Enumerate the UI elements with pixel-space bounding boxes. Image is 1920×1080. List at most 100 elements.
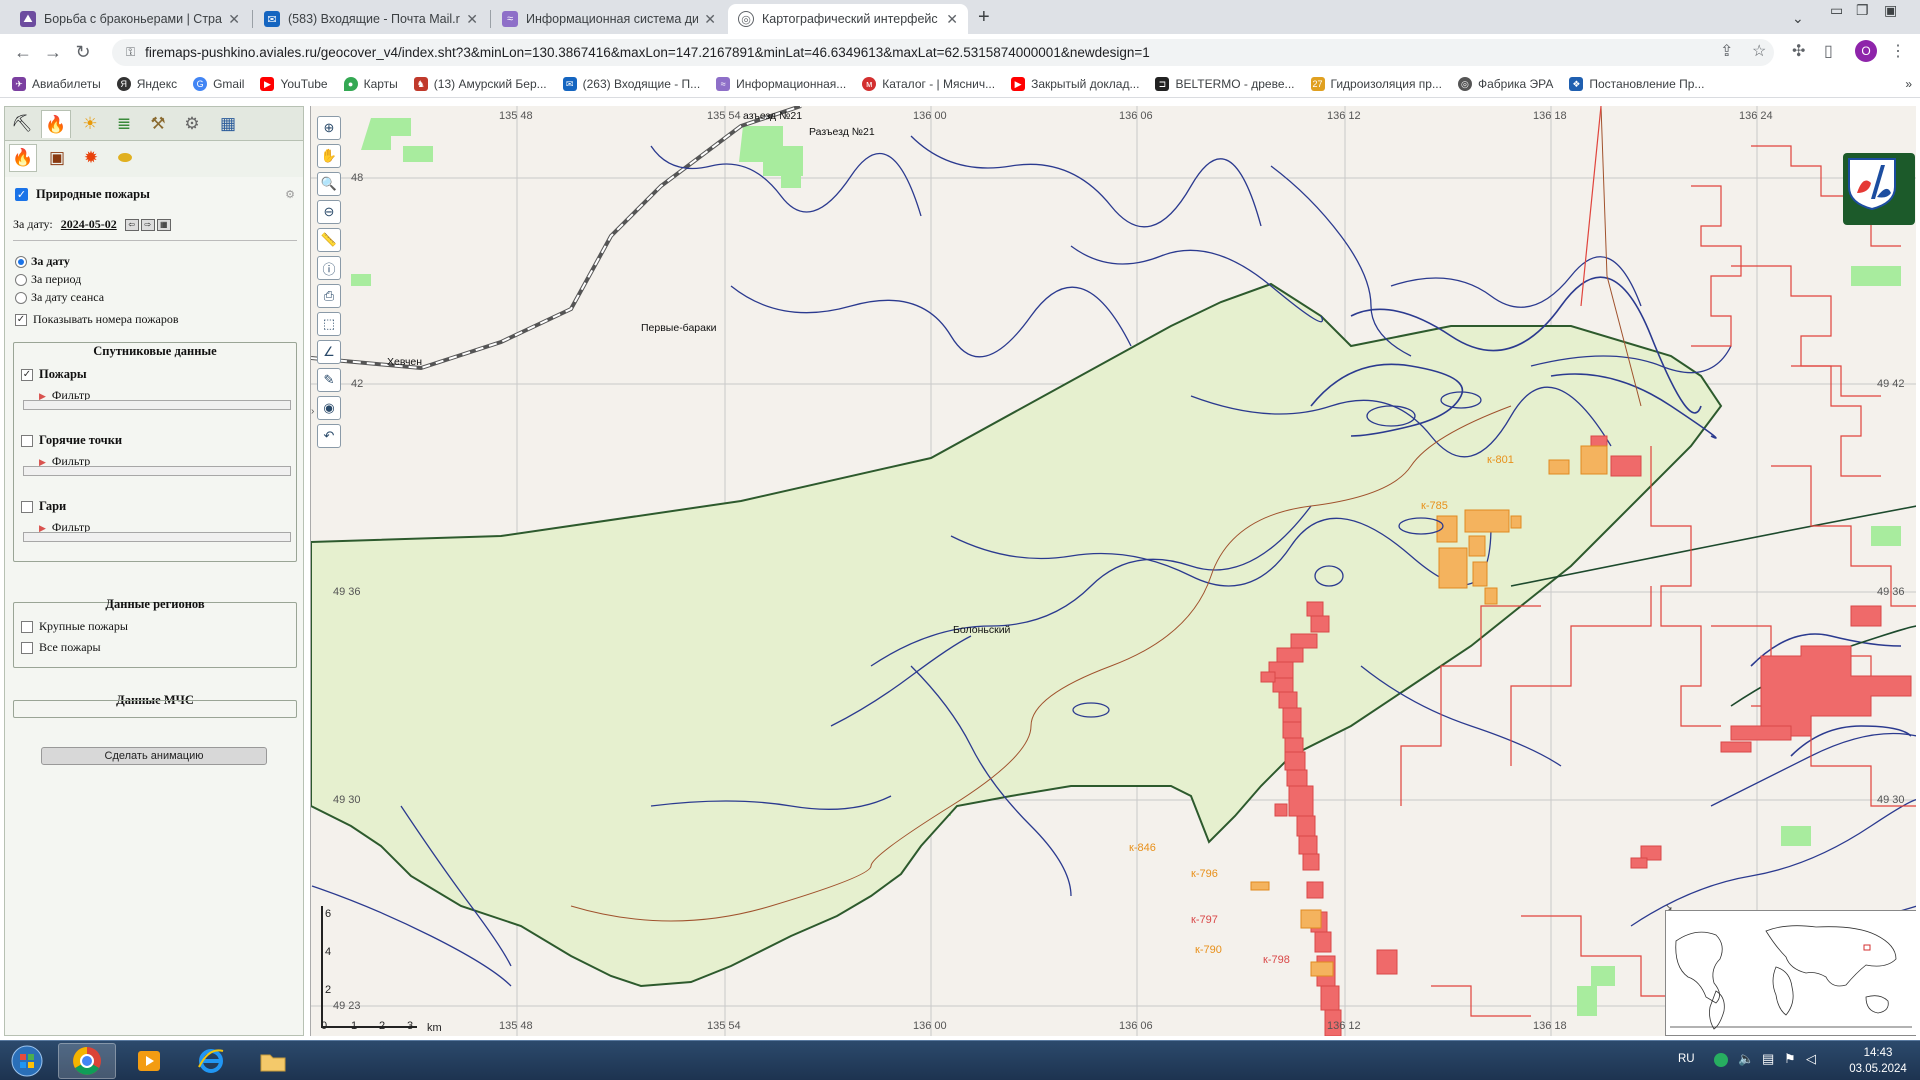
system-clock[interactable]: 14:43 03.05.2024	[1840, 1045, 1916, 1077]
next-date-icon[interactable]: ⇨	[140, 218, 155, 231]
taskbar-media-player[interactable]	[120, 1043, 178, 1079]
bookmark-item[interactable]: ✉ (263) Входящие - П...	[562, 76, 700, 91]
collapse-minimap-icon[interactable]: ↘	[1665, 902, 1673, 913]
add-point-tool[interactable]: ✎	[317, 368, 341, 392]
make-animation-button[interactable]: Сделать анимацию	[41, 747, 267, 765]
tab-info-system[interactable]: ≈ Информационная система дист ✕	[492, 4, 726, 34]
forward-button[interactable]: →	[38, 42, 68, 63]
table-tab-icon[interactable]: ▦	[213, 110, 243, 138]
fire-subtab-icon[interactable]: 🔥	[9, 144, 37, 172]
restore-button[interactable]: ❐	[1856, 2, 1869, 19]
site-info-icon[interactable]: ⚿	[126, 45, 135, 60]
fire-label[interactable]: к-790	[1195, 944, 1222, 956]
weather-tab-icon[interactable]: ☀	[75, 110, 105, 138]
burns-checkbox[interactable]	[21, 500, 33, 513]
large-fires-row[interactable]: Крупные пожары	[21, 619, 128, 634]
bookmark-item[interactable]: ▶ Закрытый доклад...	[1011, 76, 1139, 91]
volume-tray-icon[interactable]: 🔈	[1738, 1051, 1754, 1067]
calendar-icon[interactable]: ▦	[156, 218, 171, 231]
bookmark-item[interactable]: ◎ Фабрика ЭРА	[1457, 76, 1553, 91]
reload-button[interactable]: ↻	[68, 42, 98, 63]
radio-by-period[interactable]: За период	[15, 272, 81, 287]
tools-tab-icon[interactable]: ⚒	[143, 110, 173, 138]
bookmark-item[interactable]: ▶ YouTube	[260, 76, 328, 91]
map-canvas[interactable]: ⊕ ✋ 🔍 ⊖ 📏 ⓘ ⎙ ⬚ ∠ ✎ ◉ ↶ › 135 48 135 54 …	[310, 106, 1916, 1036]
bookmark-item[interactable]: ● Карты	[343, 76, 398, 91]
overview-minimap[interactable]	[1665, 910, 1916, 1036]
bookmark-item[interactable]: G Gmail	[193, 76, 244, 91]
radio-by-date[interactable]: За дату	[15, 254, 70, 269]
hotspots-row[interactable]: Горячие точки	[21, 433, 122, 448]
radio-by-session[interactable]: За дату сеанса	[15, 290, 104, 305]
close-tab-icon[interactable]: ✕	[228, 11, 240, 28]
fires-row[interactable]: ✓ Пожары	[21, 367, 87, 382]
extensions-icon[interactable]: ✣	[1792, 41, 1805, 61]
address-bar[interactable]: ⚿ firemaps-pushkino.aviales.ru/geocover_…	[112, 39, 1774, 66]
taskbar-internet-explorer[interactable]	[182, 1043, 240, 1079]
settings-tab-icon[interactable]: ⚙	[177, 110, 207, 138]
tab-poachers[interactable]: ⛰ Борьба с браконьерами | Стран ✕	[10, 4, 250, 34]
ruler-tool-icon[interactable]: 📏	[317, 228, 341, 252]
close-tab-icon[interactable]: ✕	[466, 11, 478, 28]
panel-toggle-icon[interactable]: ›	[311, 406, 314, 417]
taskbar-explorer[interactable]	[244, 1043, 302, 1079]
zoom-in-tool[interactable]: 🔍	[317, 172, 341, 196]
flag-tray-icon[interactable]: ⚑	[1784, 1051, 1796, 1067]
measure-angle-tool[interactable]: ∠	[317, 340, 341, 364]
share-icon[interactable]: ⇪	[1720, 41, 1733, 61]
fire-label[interactable]: к-785	[1421, 500, 1448, 512]
close-tab-icon[interactable]: ✕	[704, 11, 716, 28]
close-tab-icon[interactable]: ✕	[946, 11, 958, 28]
new-tab-button[interactable]: +	[978, 6, 990, 29]
hotspots-checkbox[interactable]	[21, 434, 33, 447]
prev-date-icon[interactable]: ⇦	[124, 218, 139, 231]
tab-cartographic[interactable]: ◎ Картографический интерфейс И ✕	[728, 4, 968, 34]
bookmark-item[interactable]: Я Яндекс	[116, 76, 177, 91]
factory-subtab-icon[interactable]: ▣	[43, 144, 71, 172]
fires-checkbox[interactable]: ✓	[21, 368, 33, 381]
side-panel-icon[interactable]: ▯	[1824, 41, 1833, 61]
identify-tool-icon[interactable]: ⓘ	[317, 256, 341, 280]
bookmark-item[interactable]: 27 Гидроизоляция пр...	[1310, 76, 1442, 91]
bookmark-item[interactable]: ♞ (13) Амурский Бер...	[413, 76, 547, 91]
select-area-tool[interactable]: ⬚	[317, 312, 341, 336]
print-tool-icon[interactable]: ⎙	[317, 284, 341, 308]
undo-tool-icon[interactable]: ↶	[317, 424, 341, 448]
pan-tool-icon[interactable]: ✋	[317, 144, 341, 168]
tab-mail[interactable]: ✉ (583) Входящие - Почта Mail.ru ✕	[254, 4, 488, 34]
more-bookmarks-icon[interactable]: »	[1905, 77, 1912, 91]
menu-icon[interactable]: ⋮	[1890, 41, 1906, 61]
natural-fires-checkbox[interactable]: ✓	[15, 188, 28, 201]
taskbar-chrome[interactable]	[58, 1043, 116, 1079]
network-tray-icon[interactable]: ▤	[1762, 1051, 1774, 1067]
kaspersky-tray-icon[interactable]	[1714, 1053, 1728, 1067]
fire-label[interactable]: к-796	[1191, 868, 1218, 880]
all-fires-checkbox[interactable]	[21, 641, 33, 654]
fire-label[interactable]: к-846	[1129, 842, 1156, 854]
all-fires-row[interactable]: Все пожары	[21, 640, 101, 655]
tab-search-icon[interactable]: ⌄	[1792, 10, 1804, 27]
show-numbers-row[interactable]: ✓ Показывать номера пожаров	[15, 312, 179, 327]
burns-row[interactable]: Гари	[21, 499, 66, 514]
fire-label[interactable]: к-797	[1191, 914, 1218, 926]
zoom-extent-tool[interactable]: ⊕	[317, 116, 341, 140]
minimize-button[interactable]: ▭	[1830, 2, 1843, 19]
back-button[interactable]: ←	[8, 42, 38, 63]
bookmark-item[interactable]: ❖ Постановление Пр...	[1569, 76, 1704, 91]
globe-tool-icon[interactable]: ◉	[317, 396, 341, 420]
bookmark-item[interactable]: м Каталог - | Мяснич...	[862, 76, 995, 91]
close-window-button[interactable]: ▣	[1884, 2, 1897, 19]
settings-icon[interactable]: ⚙	[285, 188, 295, 201]
fire-tab-icon[interactable]: 🔥	[41, 110, 71, 138]
profile-avatar[interactable]: O	[1855, 40, 1877, 62]
bookmark-item[interactable]: ✈ Авиабилеты	[12, 76, 101, 91]
language-indicator[interactable]: RU	[1678, 1053, 1695, 1065]
layers-tab-icon[interactable]: ≣	[109, 110, 139, 138]
show-numbers-checkbox[interactable]: ✓	[15, 313, 27, 326]
burst-subtab-icon[interactable]: ✹	[77, 144, 105, 172]
map-layers-tab-icon[interactable]: ⛏	[7, 110, 37, 138]
fire-label[interactable]: к-801	[1487, 454, 1514, 466]
bookmark-item[interactable]: ≈ Информационная...	[716, 76, 846, 91]
speaker-tray-icon[interactable]: ◁	[1806, 1051, 1816, 1067]
pills-subtab-icon[interactable]: ⬬	[111, 144, 139, 172]
